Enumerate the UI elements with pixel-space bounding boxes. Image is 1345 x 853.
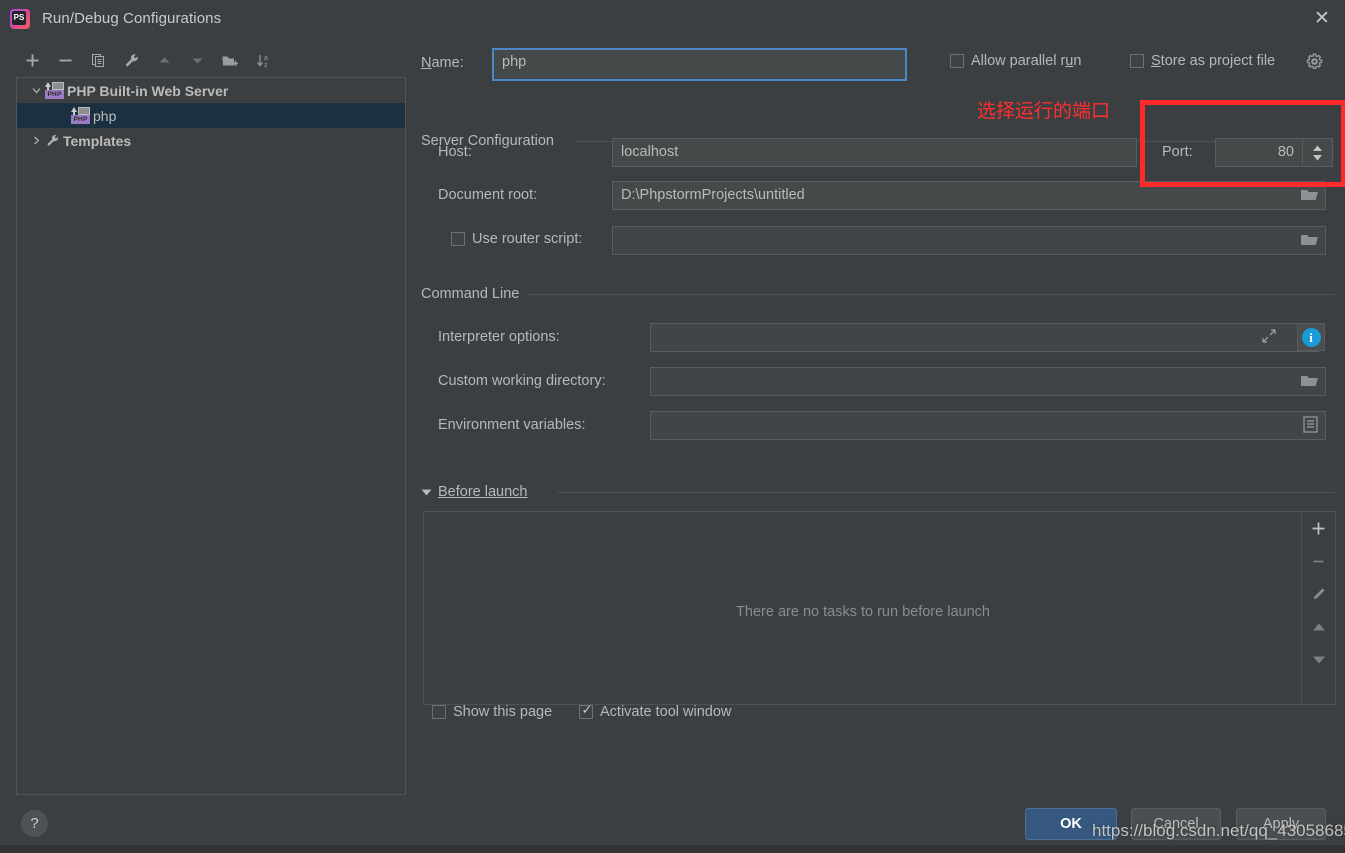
checkbox-box[interactable] xyxy=(950,54,964,68)
move-up-button[interactable] xyxy=(148,47,181,73)
checkbox-box[interactable] xyxy=(432,705,446,719)
tree-item-php-built-in-web-server[interactable]: PHP PHP Built-in Web Server xyxy=(17,78,405,103)
activate-tool-window-checkbox[interactable]: Activate tool window xyxy=(579,702,732,720)
add-configuration-button[interactable] xyxy=(16,47,49,73)
gear-dropdown-icon[interactable] xyxy=(1306,53,1323,73)
remove-configuration-button[interactable] xyxy=(49,47,82,73)
interpreter-options-input[interactable] xyxy=(650,323,1319,352)
checkbox-box[interactable] xyxy=(1130,54,1144,68)
before-launch-header[interactable]: Before launch xyxy=(421,484,527,500)
name-label: Name: xyxy=(421,55,464,71)
sort-configurations-button[interactable]: a z xyxy=(247,47,280,73)
window-title: Run/Debug Configurations xyxy=(42,10,222,27)
add-task-button[interactable] xyxy=(1309,521,1329,535)
edit-templates-button[interactable] xyxy=(115,47,148,73)
close-icon[interactable]: ✕ xyxy=(1299,0,1345,37)
environment-variables-edit-icon[interactable] xyxy=(1303,416,1318,436)
folder-browse-icon[interactable] xyxy=(1300,373,1319,392)
configurations-toolbar: a z xyxy=(16,46,406,74)
help-button[interactable]: ? xyxy=(21,810,48,837)
tree-item-templates[interactable]: Templates xyxy=(17,128,405,153)
info-icon: i xyxy=(1301,327,1321,347)
show-this-page-label: Show this page xyxy=(453,704,553,720)
before-launch-toolbar xyxy=(1301,512,1335,704)
command-line-section-title: Command Line xyxy=(421,286,527,302)
folder-browse-icon[interactable] xyxy=(1300,187,1319,206)
allow-parallel-run-checkbox[interactable]: Allow parallel run xyxy=(950,53,1081,69)
tree-item-label: php xyxy=(93,107,117,124)
checkbox-box[interactable] xyxy=(451,232,465,246)
copy-configuration-button[interactable] xyxy=(82,47,115,73)
move-task-down-button[interactable] xyxy=(1309,653,1329,667)
document-root-label: Document root: xyxy=(438,187,538,203)
title-bar: Run/Debug Configurations ✕ xyxy=(0,0,1345,37)
before-launch-empty-text: There are no tasks to run before launch xyxy=(736,604,990,620)
environment-variables-input[interactable] xyxy=(650,411,1326,440)
move-task-up-button[interactable] xyxy=(1309,620,1329,634)
configurations-tree[interactable]: PHP PHP Built-in Web Server PHP php Temp… xyxy=(16,77,406,795)
custom-working-directory-label: Custom working directory: xyxy=(438,373,606,389)
use-router-script-label: Use router script: xyxy=(472,231,583,247)
section-divider xyxy=(558,492,1335,493)
chevron-down-icon[interactable] xyxy=(27,86,45,95)
triangle-down-icon[interactable] xyxy=(421,484,432,500)
php-server-icon: PHP xyxy=(45,82,64,99)
move-down-button[interactable] xyxy=(181,47,214,73)
php-server-icon: PHP xyxy=(71,107,90,124)
tree-item-label: PHP Built-in Web Server xyxy=(67,82,229,99)
show-this-page-checkbox[interactable]: Show this page xyxy=(432,704,552,720)
use-router-script-checkbox[interactable]: Use router script: xyxy=(451,231,582,247)
watermark-text: https://blog.csdn.net/qq_43058685 xyxy=(1092,821,1345,840)
environment-variables-label: Environment variables: xyxy=(438,417,586,433)
before-launch-task-list[interactable]: There are no tasks to run before launch xyxy=(423,511,1336,705)
name-input[interactable]: php xyxy=(492,48,907,81)
expand-editor-icon[interactable] xyxy=(1262,329,1276,346)
custom-working-directory-input[interactable] xyxy=(650,367,1326,396)
tree-item-php[interactable]: PHP php xyxy=(17,103,405,128)
router-script-input[interactable] xyxy=(612,226,1326,255)
phpstorm-logo-icon xyxy=(10,8,30,29)
activate-tool-window-label: Activate tool window xyxy=(600,704,732,720)
folder-browse-icon[interactable] xyxy=(1300,232,1319,251)
checkbox-box[interactable] xyxy=(579,702,594,719)
interpreter-options-label: Interpreter options: xyxy=(438,329,560,345)
allow-parallel-run-label: Allow parallel run xyxy=(971,53,1082,69)
host-label: Host: xyxy=(438,144,472,160)
svg-text:z: z xyxy=(264,62,268,69)
remove-task-button[interactable] xyxy=(1309,554,1329,568)
annotation-callout-text: 选择运行的端口 xyxy=(977,100,1111,122)
tree-item-label: Templates xyxy=(63,132,132,149)
before-launch-label: Before launch xyxy=(438,484,528,500)
store-as-project-file-label: Store as project file xyxy=(1151,53,1276,69)
host-input[interactable]: localhost xyxy=(612,138,1137,167)
move-into-folder-button[interactable] xyxy=(214,47,247,73)
svg-text:a: a xyxy=(264,55,268,62)
annotation-highlight-box xyxy=(1140,100,1345,187)
interpreter-options-info-button[interactable]: i xyxy=(1297,323,1325,351)
wrench-icon xyxy=(45,133,63,148)
chevron-right-icon[interactable] xyxy=(27,136,45,145)
store-as-project-file-checkbox[interactable]: Store as project file xyxy=(1130,53,1275,69)
window-bottom-bar xyxy=(0,845,1345,853)
edit-task-button[interactable] xyxy=(1309,587,1329,601)
section-divider xyxy=(528,294,1335,295)
